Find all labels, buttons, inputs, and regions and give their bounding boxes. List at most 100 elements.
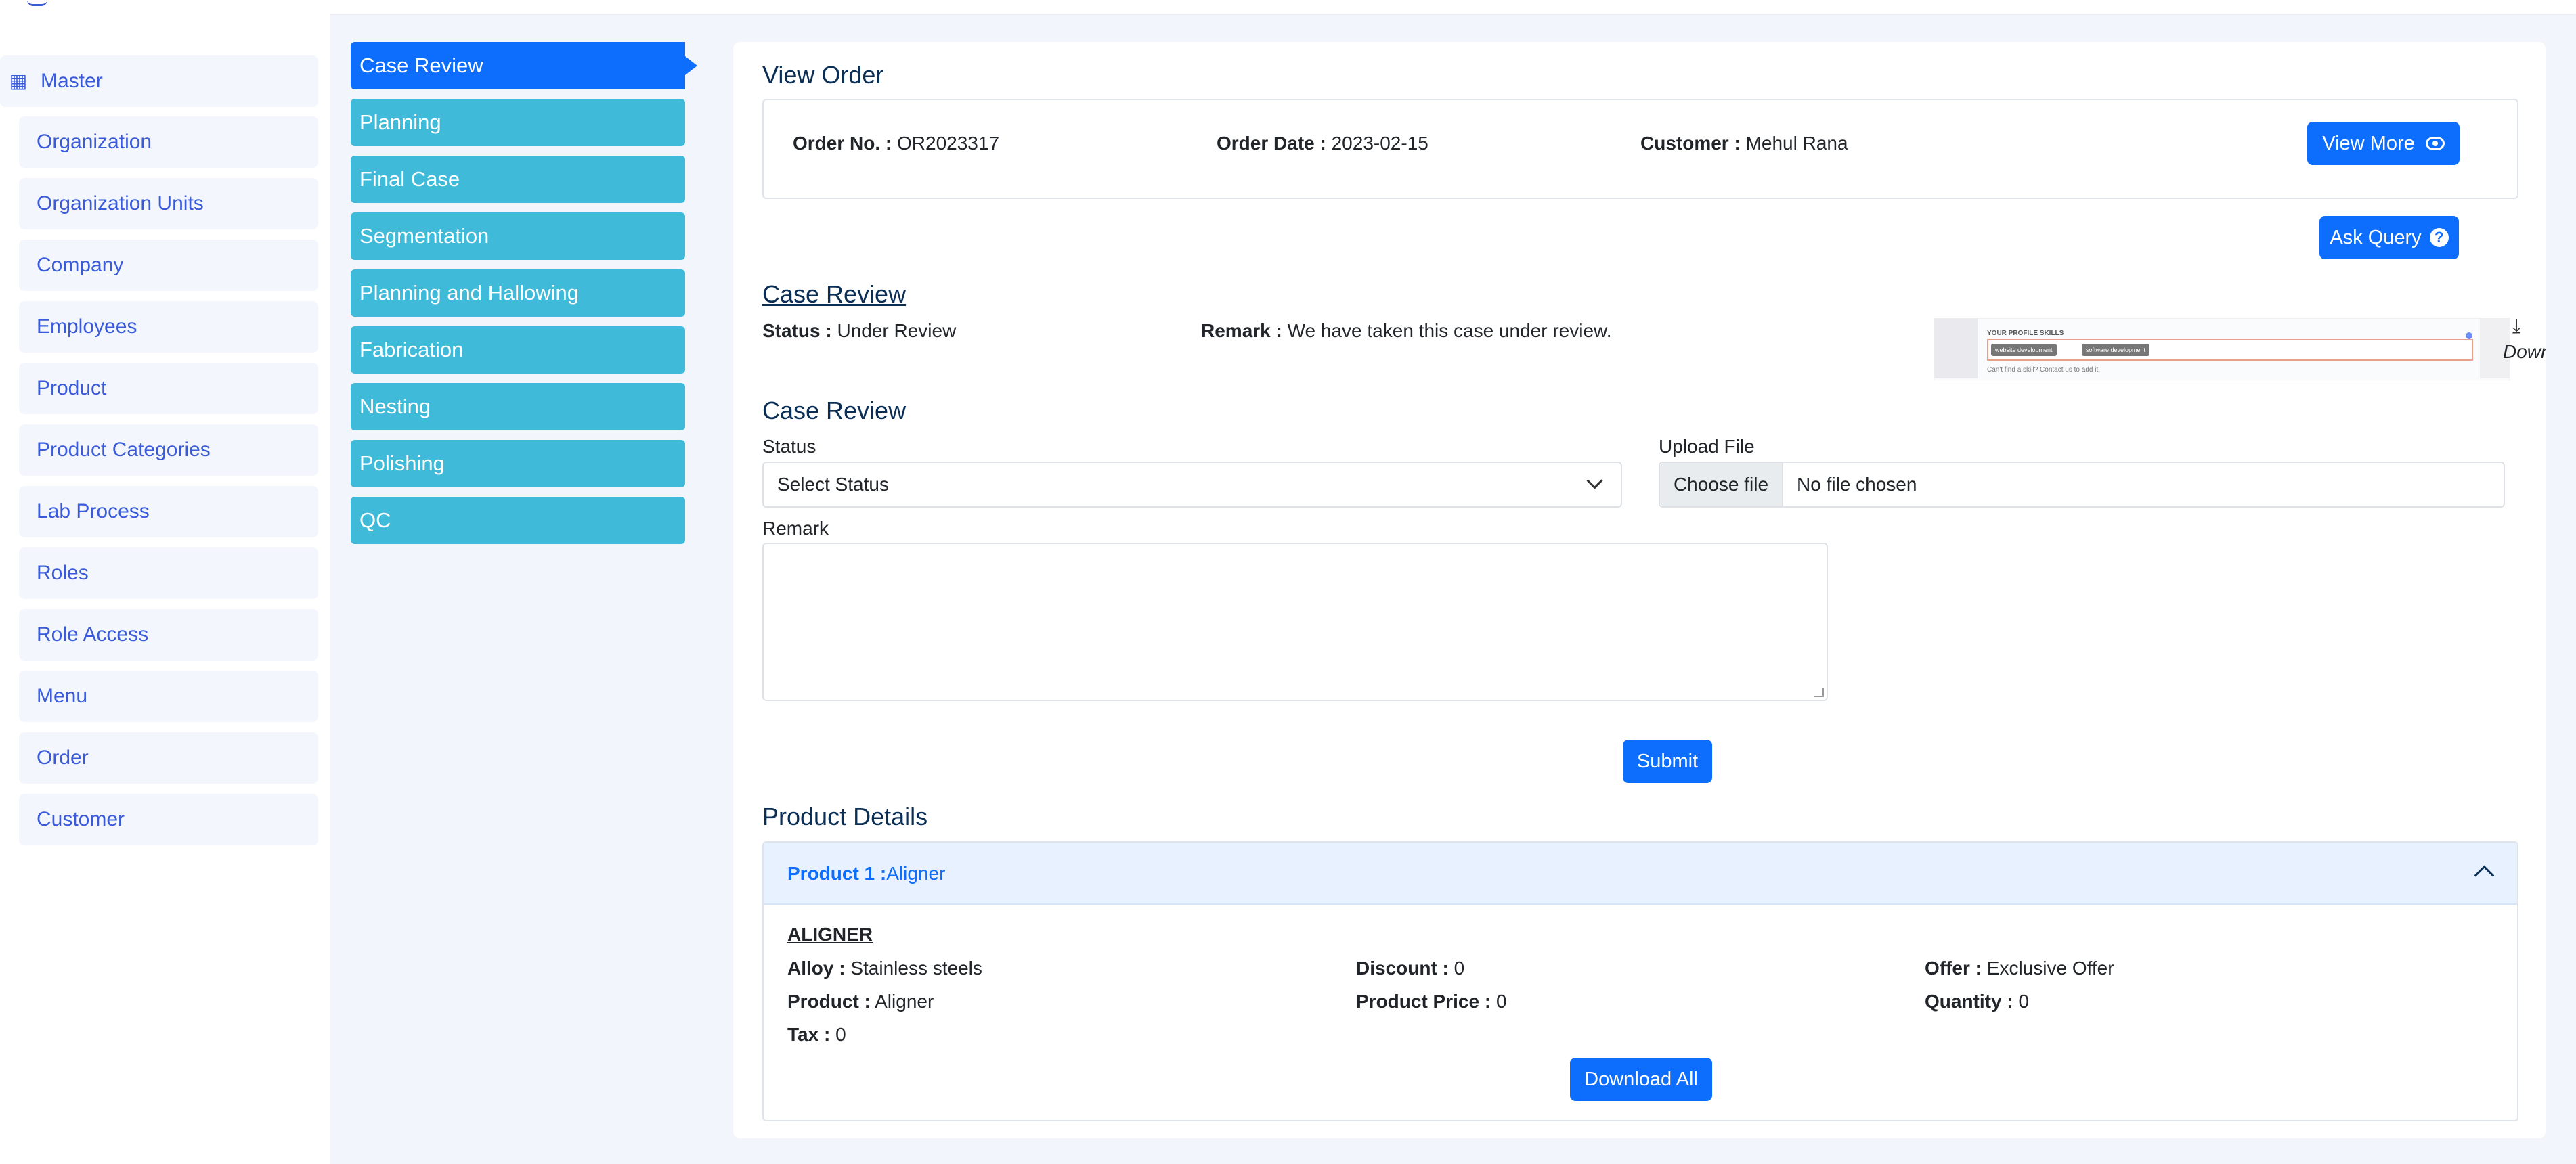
customer-label: Customer : [1640,133,1741,154]
step-label: QC [359,508,391,532]
product-quantity: Quantity : 0 [1925,991,2029,1012]
top-header [0,0,2576,14]
product-value: Aligner [875,991,934,1012]
product-price: Product Price : 0 [1356,991,1507,1012]
thumbnail-hint: Can't find a skill? Contact us to add it… [1987,366,2100,374]
sidebar-item-organization[interactable]: Organization [19,116,318,168]
sidebar-item-product[interactable]: Product [19,363,318,414]
step-polishing[interactable]: Polishing [351,440,685,487]
download-icon: ⤓ [2512,315,2521,336]
main-card: View Order Order No. : OR2023317 Order D… [733,42,2546,1138]
thumbnail-heading: YOUR PROFILE SKILLS [1987,330,2064,337]
step-qc[interactable]: QC [351,497,685,544]
product-alloy: Alloy : Stainless steels [787,958,982,979]
case-review-info-title: Case Review [762,280,907,308]
download-label: Download [2503,341,2546,362]
order-date-label: Order Date : [1217,133,1326,154]
thumbnail-margin [1934,319,1978,378]
offer-label: Offer : [1925,958,1982,979]
step-label: Case Review [359,53,483,77]
product-accordion-title: Product 1 :Aligner [787,863,945,885]
product-accordion-value: Aligner [886,863,946,884]
price-value: 0 [1496,991,1507,1012]
sidebar-item-menu[interactable]: Menu [19,671,318,722]
sidebar-item-product-categories[interactable]: Product Categories [19,424,318,476]
sidebar-item-roles[interactable]: Roles [19,547,318,599]
order-number: Order No. : OR2023317 [793,133,999,154]
sidebar-item-company[interactable]: Company [19,240,318,291]
sidebar-item-customer[interactable]: Customer [19,794,318,845]
customer-value: Mehul Rana [1745,133,1848,154]
status-select-value: Select Status [777,474,889,495]
case-remark-label: Remark : [1201,320,1282,341]
attachment-thumbnail[interactable]: YOUR PROFILE SKILLS website development … [1934,318,2510,380]
sidebar-item-order[interactable]: Order [19,732,318,784]
sidebar-item-label: Menu [37,685,88,707]
order-summary: Order No. : OR2023317 Order Date : 2023-… [762,99,2518,199]
remark-textarea[interactable] [762,543,1828,701]
status-field-label: Status [762,436,816,457]
sidebar-item-organization-units[interactable]: Organization Units [19,178,318,229]
discount-label: Discount : [1356,958,1449,979]
product-product: Product : Aligner [787,991,934,1012]
case-remark-value: We have taken this case under review. [1287,320,1612,341]
choose-file-button[interactable]: Choose file [1660,463,1783,506]
step-label: Polishing [359,451,445,475]
sidebar-item-employees[interactable]: Employees [19,301,318,353]
offer-value: Exclusive Offer [1986,958,2114,979]
sidebar-item-label: Product [37,377,107,399]
step-segmentation[interactable]: Segmentation [351,212,685,260]
case-remark: Remark : We have taken this case under r… [1201,320,1611,342]
thumbnail-chip: software development [2082,344,2150,356]
remark-field-label: Remark [762,518,829,539]
product-accordion: Product 1 :Aligner ALIGNER Alloy : Stain… [762,841,2518,1121]
thumbnail-skill-field: website development software development [1987,339,2473,361]
no-file-text: No file chosen [1797,474,1917,495]
view-more-button[interactable]: View More [2307,122,2460,165]
product-accordion-label: Product 1 : [787,863,887,884]
step-nesting[interactable]: Nesting [351,383,685,430]
download-link[interactable]: ⤓ Download [2493,315,2546,363]
submit-button[interactable]: Submit [1623,740,1712,783]
step-final-case[interactable]: Final Case [351,156,685,203]
brand-mark [27,0,47,6]
step-fabrication[interactable]: Fabrication [351,326,685,374]
step-case-review[interactable]: Case Review [351,42,697,89]
step-label: Nesting [359,395,431,418]
step-label: Planning and Hallowing [359,281,580,305]
thumbnail-dot [2466,332,2472,339]
quantity-value: 0 [2018,991,2030,1012]
alloy-label: Alloy : [787,958,846,979]
sidebar: ▦ Master Organization Organization Units… [0,14,330,1164]
status-select[interactable]: Select Status [762,462,1622,508]
eye-icon [2425,137,2445,150]
sidebar-master-header[interactable]: ▦ Master [0,55,318,107]
step-label: Segmentation [359,224,489,248]
step-planning-and-hallowing[interactable]: Planning and Hallowing [351,269,685,317]
tax-value: 0 [835,1024,846,1045]
sidebar-item-label: Role Access [37,623,149,646]
chevron-down-icon [1586,472,1603,489]
product-label: Product : [787,991,871,1012]
product-offer: Offer : Exclusive Offer [1925,958,2114,979]
process-steps: Case Review Planning Final Case Segmenta… [351,42,697,554]
upload-file-input[interactable]: Choose file No file chosen [1659,462,2505,508]
ask-query-button[interactable]: Ask Query ? [2319,216,2459,259]
product-name: ALIGNER [787,924,873,945]
sidebar-item-lab-process[interactable]: Lab Process [19,486,318,537]
question-icon: ? [2429,228,2449,247]
sidebar-item-label: Product Categories [37,439,211,461]
sidebar-item-role-access[interactable]: Role Access [19,609,318,661]
sidebar-item-label: Organization Units [37,192,204,215]
sidebar-item-label: Roles [37,562,89,584]
product-accordion-header[interactable]: Product 1 :Aligner [764,843,2517,905]
download-all-button[interactable]: Download All [1570,1058,1712,1101]
quantity-label: Quantity : [1925,991,2013,1012]
price-label: Product Price : [1356,991,1491,1012]
chevron-up-icon[interactable] [2474,865,2495,886]
resize-handle-icon[interactable] [1814,688,1824,697]
sidebar-item-label: Employees [37,315,137,338]
case-status-value: Under Review [837,320,957,341]
product-details-title: Product Details [762,803,928,830]
step-planning[interactable]: Planning [351,99,685,146]
